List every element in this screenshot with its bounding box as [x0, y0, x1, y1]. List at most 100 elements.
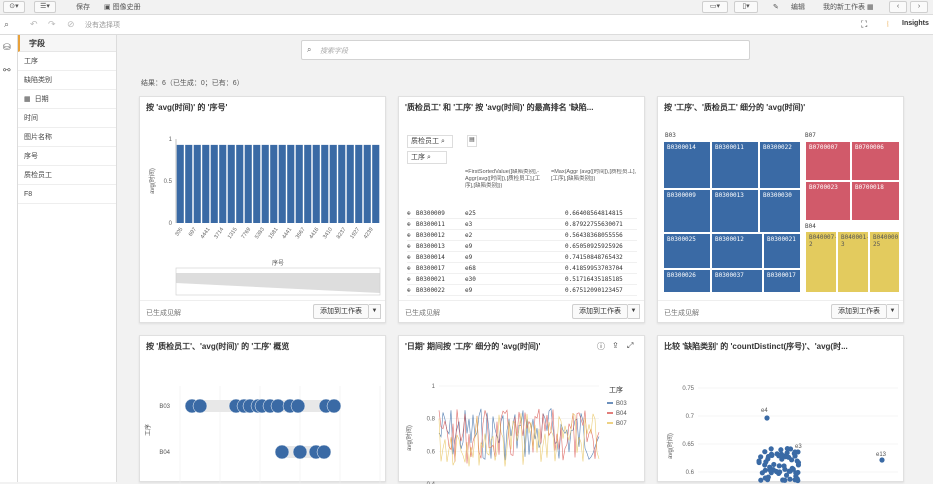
focus-icon[interactable]: ⛶ [861, 19, 867, 30]
table-row[interactable]: ⊕ B0300009 e25 0.66408564814815 [407, 209, 637, 219]
treemap-group-label: B04 [805, 223, 816, 230]
insights-button[interactable]: Insights [902, 20, 929, 27]
insight-card-line[interactable]: '日期' 期间按 '工序' 细分的 'avg(时间)' ⓘ ⇪ ⤢ 1 0.8 0.… [398, 335, 645, 484]
edit-button[interactable]: 编辑 [791, 2, 805, 13]
table-icon[interactable]: ▤ [467, 135, 477, 147]
bar [219, 144, 227, 223]
filter-chip[interactable]: 工序 ⌕ [407, 151, 447, 164]
treemap-cell[interactable]: B0300025 [663, 233, 711, 269]
chevron-down-icon[interactable]: ▼ [369, 304, 381, 319]
data-point [778, 447, 784, 453]
bookmark-button[interactable]: ▯▾ [734, 1, 758, 13]
insight-card-table[interactable]: '质检员工' 和 '工序' 按 'avg(时间)' 的最高排名 '缺陷... 质… [398, 96, 645, 323]
tick-label: 0.5 [164, 179, 173, 185]
treemap-cell[interactable]: B0700007 [805, 141, 851, 181]
prev-sheet-button[interactable]: ‹ [889, 1, 907, 13]
tick-label: 0.75 [682, 386, 694, 392]
data-point [792, 449, 798, 455]
calendar-icon: ▦ [24, 95, 31, 103]
smart-search-icon[interactable]: ⌕ [4, 19, 9, 30]
step-forward-icon[interactable]: ↷ [48, 19, 56, 30]
search-icon: ⌕ [307, 45, 312, 54]
expand-icon[interactable]: ⊕ [407, 276, 411, 283]
treemap-cell[interactable]: B0300013 [711, 189, 759, 233]
add-to-sheet-button[interactable]: 添加到工作表 [313, 304, 369, 319]
field-item[interactable]: 序号 [18, 147, 116, 166]
table-row[interactable]: ⊕ B0300022 e9 0.67512090123457 [407, 286, 637, 296]
bar [346, 144, 354, 223]
sheet-selector[interactable]: 我的新工作表 ▦ [823, 2, 874, 13]
data-point [787, 446, 794, 452]
treemap-cell[interactable]: B040000-25 [869, 231, 900, 293]
table-row[interactable]: ⊕ B0300013 e9 0.65050925925926 [407, 242, 637, 252]
table-row[interactable]: ⊕ B0300012 e2 0.56438368055556 [407, 231, 637, 241]
info-icon[interactable]: ⓘ [597, 341, 605, 352]
share-icon[interactable]: ⇪ [612, 341, 619, 350]
table-row[interactable]: ⊕ B0300021 e30 0.51716435185185 [407, 275, 637, 285]
bar [363, 144, 371, 223]
insights-main: ⌕ 搜索字段 结果：6（已生成：0；已有：6） 按 'avg(时间)' 的 '序… [117, 35, 933, 484]
insight-card-bar[interactable]: 按 'avg(时间)' 的 '序号' 0 0.5 1 305 697 4441 3714 13… [139, 96, 386, 323]
data-point [192, 398, 208, 414]
expand-icon[interactable]: ⊕ [407, 232, 411, 239]
data-point [767, 467, 773, 473]
add-to-sheet-button[interactable]: 添加到工作表 [572, 304, 628, 319]
expand-icon[interactable]: ⊕ [407, 254, 411, 261]
treemap-cell[interactable]: B0700006 [851, 141, 900, 181]
link-icon[interactable]: ⚯ [3, 65, 11, 76]
treemap-cell[interactable]: B0300011 [711, 141, 759, 189]
present-button[interactable]: ▭▾ [702, 1, 728, 13]
bar [278, 144, 286, 223]
table-cell: B0300021 [416, 276, 445, 283]
table-row[interactable]: ⊕ B0300014 e9 0.74150848765432 [407, 253, 637, 263]
treemap-cell[interactable]: B0300037 [711, 269, 763, 293]
legend-item: B03 [616, 401, 627, 407]
step-back-icon[interactable]: ↶ [30, 19, 38, 30]
treemap-cell[interactable]: B0300021 [763, 233, 801, 269]
field-item[interactable]: F8 [18, 185, 116, 204]
field-item[interactable]: 缺陷类别 [18, 71, 116, 90]
hamburger-menu-button[interactable]: ☰▾ [34, 1, 56, 13]
table-row[interactable]: ⊕ B0300011 e3 0.87922755630071 [407, 220, 637, 230]
database-icon[interactable]: ⛁ [3, 42, 11, 53]
treemap-cell[interactable]: B040007-2 [805, 231, 837, 293]
clear-selections-icon[interactable]: ⊘ [67, 19, 75, 30]
chevron-down-icon[interactable]: ▼ [628, 304, 640, 319]
expand-icon[interactable]: ⊕ [407, 243, 411, 250]
treemap-cell[interactable]: B0300009 [663, 189, 711, 233]
treemap-cell[interactable]: B0300022 [759, 141, 801, 189]
field-item[interactable]: ▦ 日期 [18, 90, 116, 109]
field-item[interactable]: 时间 [18, 109, 116, 128]
treemap-cell[interactable]: B0700018 [851, 181, 900, 221]
treemap-cell[interactable]: B0300012 [711, 233, 763, 269]
treemap-cell[interactable]: B0300014 [663, 141, 711, 189]
card-title: 按 '质检员工'、'avg(时间)' 的 '工序' 概览 [146, 342, 290, 351]
treemap-cell[interactable]: B0700023 [805, 181, 851, 221]
treemap-cell[interactable]: B0300017 [763, 269, 801, 293]
next-sheet-button[interactable]: › [910, 1, 928, 13]
expand-icon[interactable]: ⤢ [627, 341, 633, 351]
pencil-icon[interactable]: ✎ [773, 2, 779, 13]
field-item[interactable]: 质检员工 [18, 166, 116, 185]
insight-card-distribution[interactable]: 按 '质检员工'、'avg(时间)' 的 '工序' 概览 工序 B03 B04 [139, 335, 386, 484]
field-item[interactable]: 工序 [18, 52, 116, 71]
expand-icon[interactable]: ⊕ [407, 210, 411, 217]
expand-icon[interactable]: ⊕ [407, 265, 411, 272]
insight-card-scatter[interactable]: 比较 '缺陷类别' 的 'countDistinct(序号)'、'avg(时..… [657, 335, 904, 484]
table-row[interactable]: ⊕ B0300017 e68 0.41859953703704 [407, 264, 637, 274]
save-button[interactable]: 保存 [76, 2, 90, 13]
treemap-cell[interactable]: B040001-3 [837, 231, 869, 293]
expand-icon[interactable]: ⊕ [407, 287, 411, 294]
image-history-button[interactable]: ▣ 图像史册 [104, 2, 141, 13]
chevron-down-icon[interactable]: ▼ [887, 304, 899, 319]
compass-menu-button[interactable]: ⊙▾ [3, 1, 25, 13]
insight-card-treemap[interactable]: 按 '工序'、'质检员工' 细分的 'avg(时间)' B03 B07 B04 B03… [657, 96, 904, 323]
treemap-cell[interactable]: B0300030 [759, 189, 801, 233]
add-to-sheet-button[interactable]: 添加到工作表 [831, 304, 887, 319]
field-item[interactable]: 图片名称 [18, 128, 116, 147]
treemap-cell[interactable]: B0300026 [663, 269, 711, 293]
expand-icon[interactable]: ⊕ [407, 221, 411, 228]
legend-title: 工序 [609, 385, 623, 394]
search-input[interactable]: ⌕ 搜索字段 [301, 40, 750, 60]
filter-chip[interactable]: 质检员工 ⌕ [407, 135, 453, 148]
